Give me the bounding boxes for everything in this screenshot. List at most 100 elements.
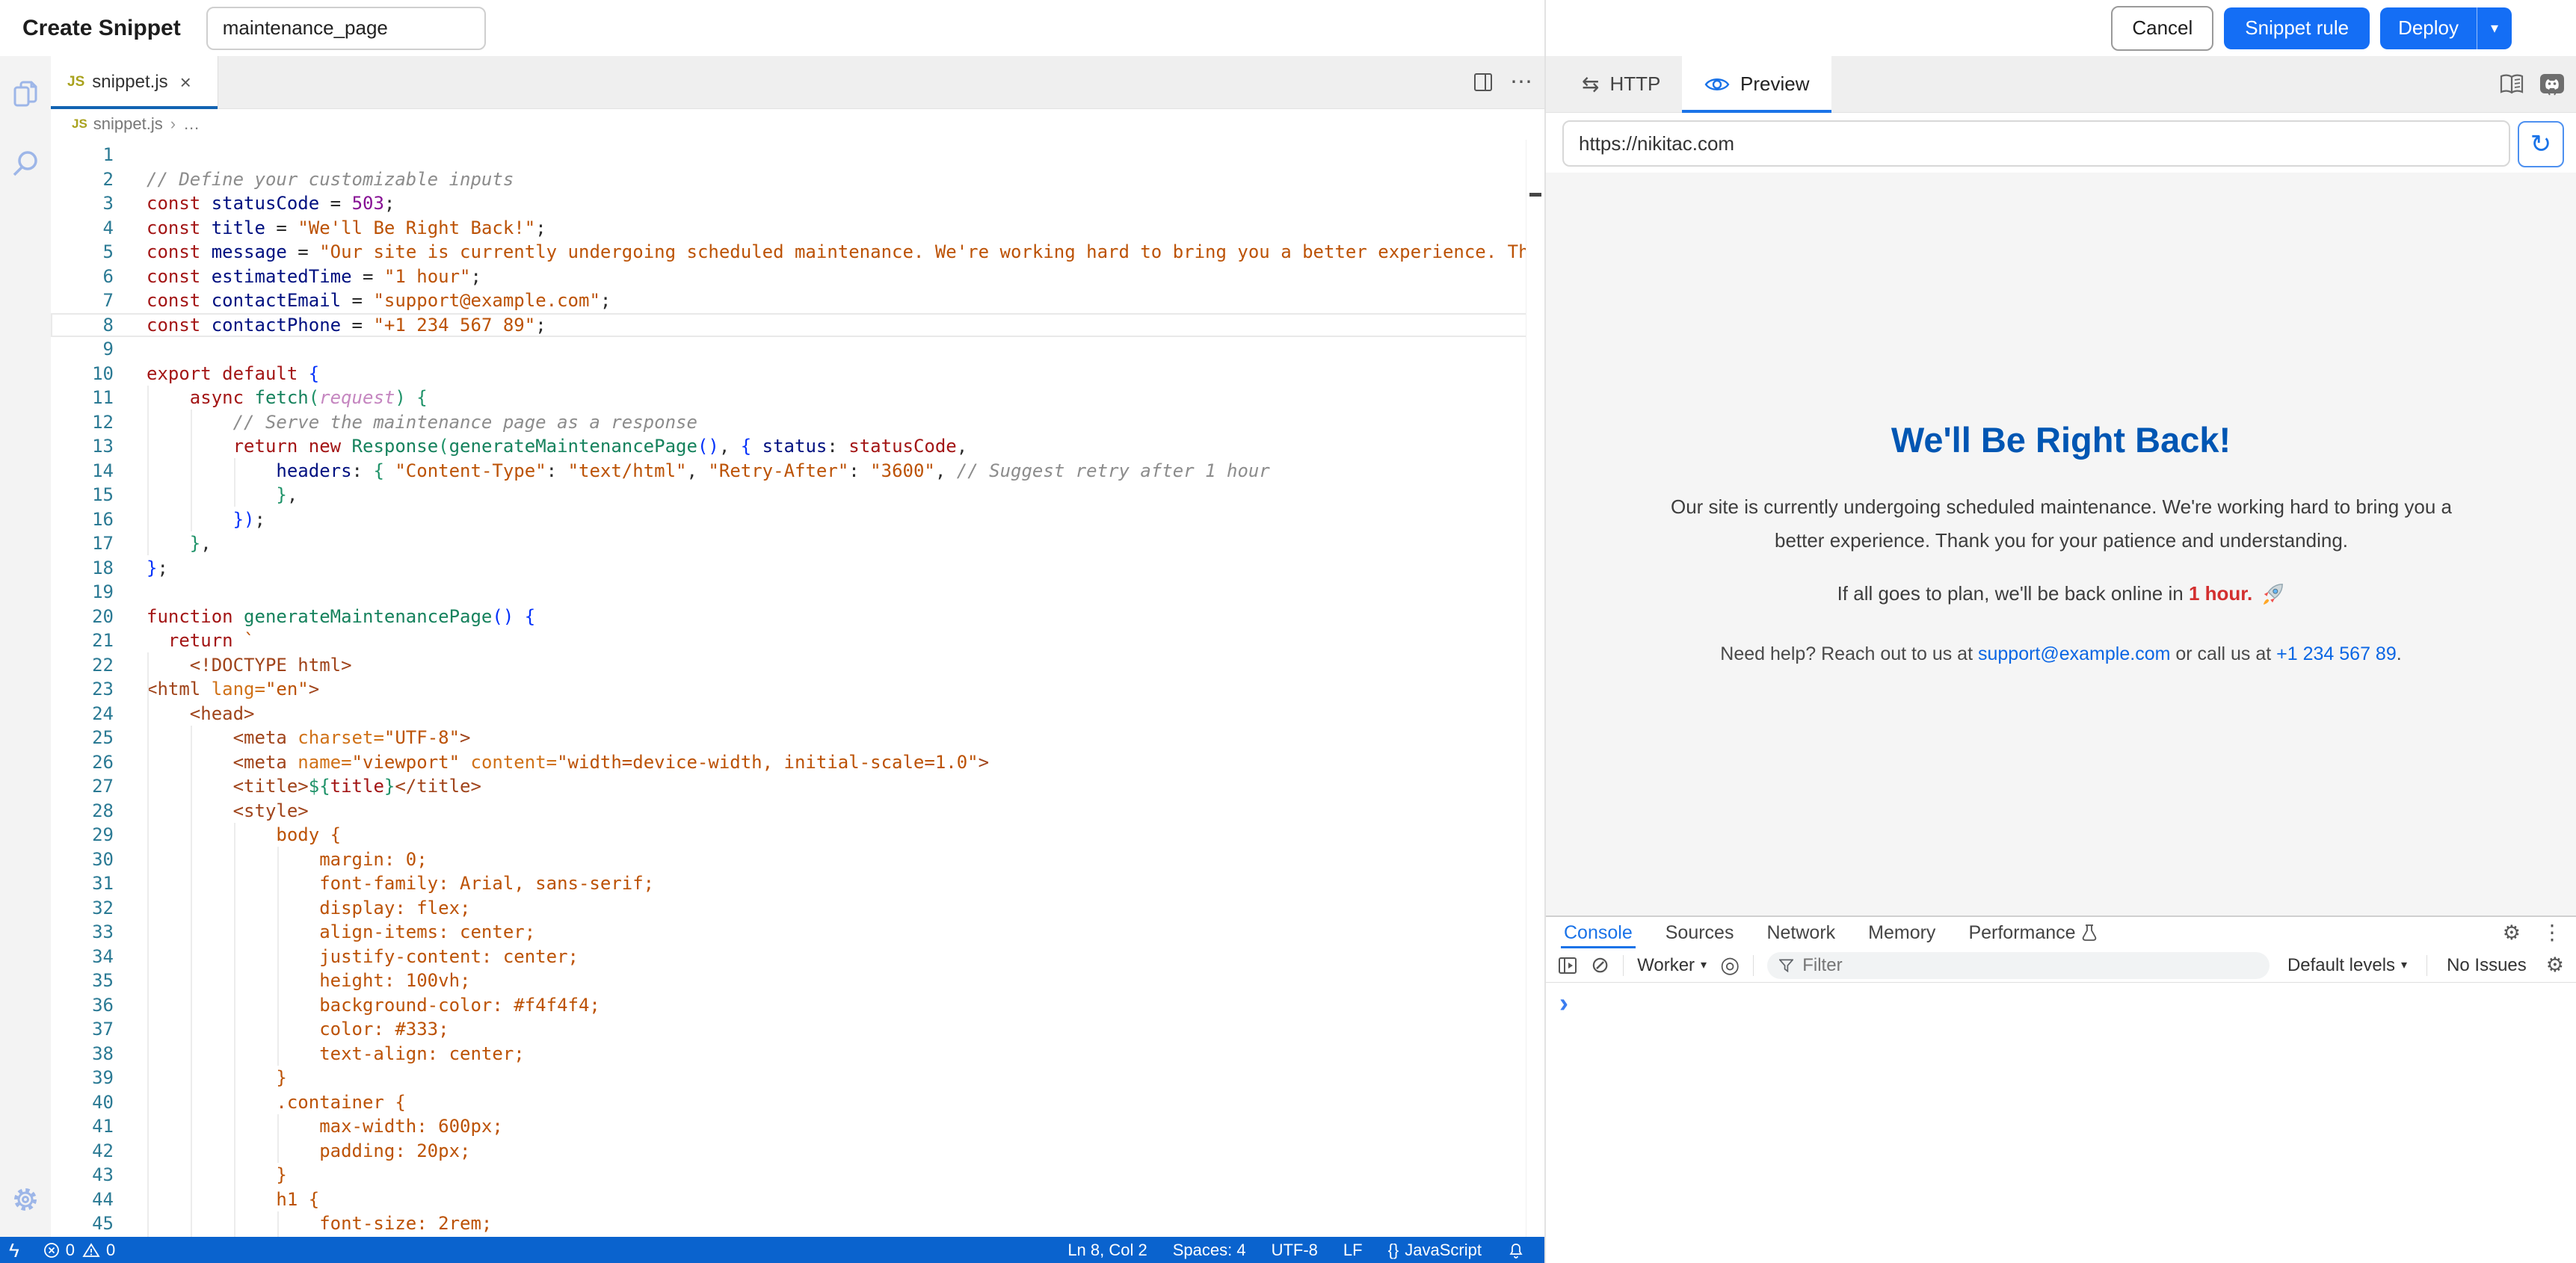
snippet-rule-button[interactable]: Snippet rule	[2224, 7, 2370, 49]
files-icon[interactable]	[9, 78, 42, 111]
breadcrumb-separator-icon: ›	[170, 114, 176, 134]
eol-sequence[interactable]: LF	[1343, 1241, 1363, 1260]
code-line[interactable]: 26 <meta name="viewport" content="width=…	[51, 750, 1544, 775]
tab-snippet-js[interactable]: JS snippet.js ×	[51, 56, 218, 108]
line-number: 43	[51, 1163, 114, 1188]
issues-counter[interactable]: No Issues	[2447, 955, 2527, 976]
console-sidebar-icon[interactable]	[1558, 956, 1577, 975]
problems-warnings[interactable]: 0	[82, 1241, 115, 1260]
settings-gear-icon[interactable]	[9, 1183, 42, 1216]
code-line[interactable]: 30 margin: 0;	[51, 847, 1544, 872]
deploy-dropdown-button[interactable]: ▾	[2477, 7, 2512, 49]
clear-console-icon[interactable]: ⊘	[1591, 954, 1609, 977]
code-line[interactable]: 40 .container {	[51, 1090, 1544, 1115]
split-editor-icon[interactable]	[1473, 72, 1494, 93]
editor-scrollbar[interactable]	[1526, 140, 1544, 1237]
code-line[interactable]: 22 <!DOCTYPE html>	[51, 653, 1544, 678]
code-line[interactable]: 18};	[51, 556, 1544, 581]
code-line[interactable]: 34 justify-content: center;	[51, 945, 1544, 969]
code-line[interactable]: 23<html lang="en">	[51, 677, 1544, 702]
code-line[interactable]: 11 async fetch(request) {	[51, 386, 1544, 410]
code-line[interactable]: 10export default {	[51, 362, 1544, 386]
code-line[interactable]: 41 max-width: 600px;	[51, 1114, 1544, 1139]
code-line[interactable]: 9	[51, 337, 1544, 362]
refresh-button[interactable]: ↻	[2518, 121, 2564, 167]
code-line[interactable]: 16 });	[51, 507, 1544, 532]
preview-url-input[interactable]	[1562, 120, 2510, 167]
live-expression-eye-icon[interactable]: ◎	[1720, 954, 1740, 977]
encoding[interactable]: UTF-8	[1272, 1241, 1318, 1260]
code-line[interactable]: 8const contactPhone = "+1 234 567 89";	[51, 313, 1544, 338]
console-settings-icon[interactable]: ⚙	[2546, 955, 2564, 975]
search-icon[interactable]	[9, 147, 42, 180]
filter-input[interactable]	[1801, 954, 2258, 977]
code-line[interactable]: 1	[51, 143, 1544, 167]
code-line[interactable]: 28 <style>	[51, 799, 1544, 824]
code-line[interactable]: 15 },	[51, 483, 1544, 507]
code-line[interactable]: 42 padding: 20px;	[51, 1139, 1544, 1164]
code-line[interactable]: 25 <meta charset="UTF-8">	[51, 726, 1544, 750]
code-line[interactable]: 21 return `	[51, 629, 1544, 653]
maintenance-help-line: Need help? Reach out to us at support@ex…	[1546, 643, 2576, 665]
code-line[interactable]: 44 h1 {	[51, 1188, 1544, 1212]
code-line[interactable]: 20function generateMaintenancePage() {	[51, 605, 1544, 629]
code-line[interactable]: 35 height: 100vh;	[51, 969, 1544, 993]
support-email-link[interactable]: support@example.com	[1978, 643, 2170, 664]
notifications-bell-icon[interactable]	[1507, 1241, 1525, 1259]
code-line[interactable]: 13 return new Response(generateMaintenan…	[51, 434, 1544, 459]
console-output[interactable]: ›	[1546, 983, 2576, 1263]
tab-http[interactable]: ⇆ HTTP	[1559, 56, 1683, 112]
discord-icon[interactable]	[2539, 72, 2566, 96]
cancel-button[interactable]: Cancel	[2111, 6, 2213, 51]
code-line[interactable]: 17 },	[51, 531, 1544, 556]
code-line[interactable]: 36 background-color: #f4f4f4;	[51, 993, 1544, 1018]
tab-preview[interactable]: Preview	[1682, 56, 1831, 112]
devtools-tab-network[interactable]: Network	[1766, 917, 1835, 948]
problems-errors[interactable]: 0	[43, 1241, 75, 1260]
code-line[interactable]: 4const title = "We'll Be Right Back!";	[51, 216, 1544, 241]
code-line[interactable]: 32 display: flex;	[51, 896, 1544, 921]
deploy-button[interactable]: Deploy	[2380, 7, 2477, 49]
breadcrumb-file[interactable]: snippet.js	[93, 114, 163, 134]
breadcrumb[interactable]: JS snippet.js › …	[51, 109, 1544, 139]
devtools-menu-icon[interactable]: ⋮	[2542, 922, 2563, 943]
code-line[interactable]: 3const statusCode = 503;	[51, 191, 1544, 216]
code-line[interactable]: 43 }	[51, 1163, 1544, 1188]
code-line[interactable]: 45 font-size: 2rem;	[51, 1211, 1544, 1236]
code-line[interactable]: 31 font-family: Arial, sans-serif;	[51, 871, 1544, 896]
code-line[interactable]: 5const message = "Our site is currently …	[51, 240, 1544, 265]
devtools-tab-sources[interactable]: Sources	[1666, 917, 1734, 948]
code-line[interactable]: 7const contactEmail = "support@example.c…	[51, 288, 1544, 313]
code-line[interactable]: 37 color: #333;	[51, 1017, 1544, 1042]
code-line[interactable]: 27 <title>${title}</title>	[51, 774, 1544, 799]
code-line[interactable]: 12 // Serve the maintenance page as a re…	[51, 410, 1544, 435]
context-selector[interactable]: Worker ▾	[1637, 955, 1707, 976]
language-mode[interactable]: {} JavaScript	[1388, 1241, 1482, 1260]
devtools-tab-performance[interactable]: Performance	[1968, 917, 2096, 948]
code-line[interactable]: 19	[51, 580, 1544, 605]
log-levels-selector[interactable]: Default levels ▾	[2287, 955, 2407, 976]
snippet-name-input[interactable]	[206, 7, 486, 50]
code-line[interactable]: 6const estimatedTime = "1 hour";	[51, 265, 1544, 289]
devtools-tab-console[interactable]: Console	[1564, 917, 1633, 948]
code-line[interactable]: 29 body {	[51, 823, 1544, 847]
phone-link[interactable]: +1 234 567 89	[2276, 643, 2397, 664]
code-line[interactable]: 24 <head>	[51, 702, 1544, 726]
remote-indicator-icon[interactable]: ϟ	[9, 1241, 19, 1260]
code-line[interactable]: 39 }	[51, 1066, 1544, 1090]
devtools-tab-memory[interactable]: Memory	[1868, 917, 1935, 948]
close-tab-icon[interactable]: ×	[180, 71, 191, 94]
http-tab-label: HTTP	[1609, 72, 1660, 96]
code-line[interactable]: 33 align-items: center;	[51, 920, 1544, 945]
docs-book-icon[interactable]	[2498, 72, 2525, 96]
code-line[interactable]: 14 headers: { "Content-Type": "text/html…	[51, 459, 1544, 484]
devtools-settings-icon[interactable]: ⚙	[2503, 923, 2521, 943]
indentation[interactable]: Spaces: 4	[1173, 1241, 1246, 1260]
console-filter[interactable]	[1767, 952, 2270, 979]
more-actions-icon[interactable]: ⋯	[1510, 71, 1532, 93]
breadcrumb-more[interactable]: …	[183, 114, 200, 134]
code-editor[interactable]: 12// Define your customizable inputs3con…	[51, 140, 1544, 1237]
code-line[interactable]: 38 text-align: center;	[51, 1042, 1544, 1066]
code-line[interactable]: 2// Define your customizable inputs	[51, 167, 1544, 192]
cursor-position[interactable]: Ln 8, Col 2	[1067, 1241, 1147, 1260]
